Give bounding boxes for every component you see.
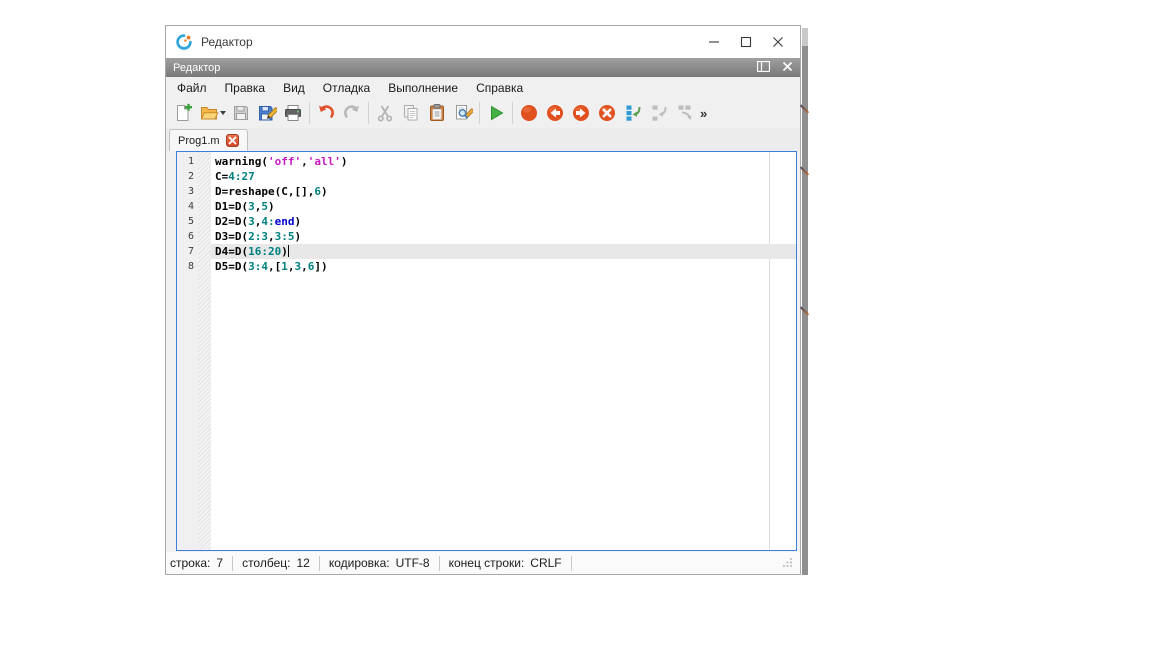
status-field-label: строка: [170,556,210,570]
cut-button[interactable] [372,100,398,126]
dock-titlebar[interactable]: Редактор [166,58,800,77]
line-number-gutter[interactable]: 12345678 [177,152,198,550]
status-separator [571,556,572,571]
step-in-button[interactable] [646,100,672,126]
menu-item-debug[interactable]: Отладка [314,79,379,97]
undo-button[interactable] [313,100,339,126]
window-title: Редактор [201,35,253,49]
remove-breakpoints-button[interactable] [594,100,620,126]
menu-item-view[interactable]: Вид [274,79,314,97]
status-field-label: кодировка: [329,556,390,570]
save-button[interactable] [228,100,254,126]
find-replace-button[interactable] [450,100,476,126]
code-editor[interactable]: 12345678 warning('off','all')C=4:27D=res… [176,151,797,551]
tabbar: Prog1.m [166,128,800,151]
code-area[interactable]: warning('off','all')C=4:27D=reshape(C,[]… [211,152,796,550]
step-out-button[interactable] [672,100,698,126]
status-field-value: CRLF [530,556,561,570]
line-number[interactable]: 5 [177,214,198,229]
toolbar-separator [368,102,369,124]
text-caret [288,245,289,257]
open-file-button[interactable] [196,100,228,126]
edge-mark [800,104,809,113]
line-number[interactable]: 6 [177,229,198,244]
line-number[interactable]: 8 [177,259,198,274]
save-as-button[interactable] [254,100,280,126]
toolbar-overflow-chevron[interactable]: » [700,106,706,121]
edge-mark [800,306,809,315]
statusbar: строка: 7 столбец: 12 кодировка: UTF-8 конец с… [166,552,800,574]
dock-title: Редактор [173,62,220,74]
fold-margin[interactable] [198,152,211,550]
toolbar-separator [512,102,513,124]
code-line[interactable]: C=4:27 [211,169,796,184]
step-button[interactable] [620,100,646,126]
toggle-breakpoint-button[interactable] [516,100,542,126]
toolbar-separator [309,102,310,124]
octave-logo-icon [176,34,192,50]
redo-button[interactable] [339,100,365,126]
code-line[interactable]: D2=D(3,4:end) [211,214,796,229]
window-titlebar: Редактор [166,26,800,58]
status-field-value: 12 [296,556,309,570]
status-field-value: 7 [216,556,223,570]
status-separator [319,556,320,571]
paste-button[interactable] [424,100,450,126]
copy-button[interactable] [398,100,424,126]
resize-grip[interactable] [782,556,793,570]
code-line[interactable]: D=reshape(C,[],6) [211,184,796,199]
tab-label: Prog1.m [178,135,220,147]
open-dropdown-caret-icon[interactable] [220,111,226,115]
tab-close-icon[interactable] [226,134,239,147]
new-file-button[interactable] [170,100,196,126]
edge-mark [800,166,809,175]
code-line[interactable]: D5=D(3:4,[1,3,6]) [211,259,796,274]
editor-window: Редактор Редактор ФайлПравкаВидОтладкаВы… [165,25,801,575]
status-field-label: конец строки: [449,556,525,570]
code-line[interactable]: D1=D(3,5) [211,199,796,214]
tab-prog1m[interactable]: Prog1.m [169,129,248,151]
status-field-label: столбец: [242,556,290,570]
code-line[interactable]: D3=D(2:3,3:5) [211,229,796,244]
menu-item-help[interactable]: Справка [467,79,532,97]
prev-breakpoint-button[interactable] [542,100,568,126]
close-button[interactable] [762,26,794,58]
code-line[interactable]: warning('off','all') [211,154,796,169]
line-number[interactable]: 2 [177,169,198,184]
code-line-current[interactable]: D4=D(16:20) [211,244,796,259]
line-number[interactable]: 3 [177,184,198,199]
next-breakpoint-button[interactable] [568,100,594,126]
print-button[interactable] [280,100,306,126]
status-separator [439,556,440,571]
line-number[interactable]: 4 [177,199,198,214]
toolbar-separator [479,102,480,124]
status-field-value: UTF-8 [396,556,430,570]
menu-item-file[interactable]: Файл [168,79,216,97]
line-number[interactable]: 1 [177,154,198,169]
menubar: ФайлПравкаВидОтладкаВыполнениеСправка [166,77,800,98]
window-controls [698,26,794,58]
run-button[interactable] [483,100,509,126]
menu-item-run[interactable]: Выполнение [379,79,467,97]
undock-icon[interactable] [757,59,770,77]
edge-thumb [802,28,808,46]
maximize-button[interactable] [730,26,762,58]
dock-close-icon[interactable] [782,59,793,77]
line-number[interactable]: 7 [177,244,198,259]
window-right-edge [802,28,808,575]
minimize-button[interactable] [698,26,730,58]
status-separator [232,556,233,571]
menu-item-edit[interactable]: Правка [216,79,275,97]
toolbar: » [166,98,800,128]
